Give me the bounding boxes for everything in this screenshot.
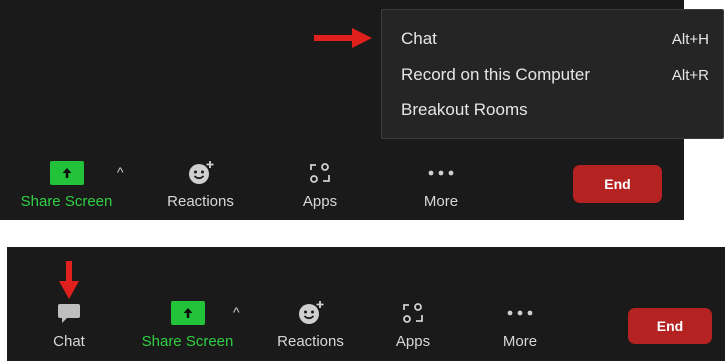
end-button[interactable]: End <box>573 165 662 203</box>
more-icon <box>426 160 456 186</box>
share-screen-button[interactable]: Share Screen <box>135 300 240 350</box>
more-button[interactable]: More <box>490 300 550 350</box>
more-label: More <box>423 193 459 210</box>
more-button[interactable]: More <box>411 160 471 210</box>
apps-button[interactable]: Apps <box>383 300 443 350</box>
chat-button[interactable]: Chat <box>44 300 94 350</box>
more-icon <box>505 300 535 326</box>
annotation-arrow-icon <box>314 28 372 48</box>
apps-label: Apps <box>395 333 431 350</box>
annotation-arrow-icon <box>59 261 79 299</box>
more-dropdown-menu: Chat Alt+H Record on this Computer Alt+R… <box>381 9 724 139</box>
menu-item-record[interactable]: Record on this Computer Alt+R <box>401 62 709 88</box>
share-screen-label: Share Screen <box>141 333 234 350</box>
apps-label: Apps <box>302 193 338 210</box>
share-screen-label: Share Screen <box>20 193 113 210</box>
share-options-caret[interactable]: ^ <box>233 304 240 320</box>
share-options-caret[interactable]: ^ <box>117 164 124 180</box>
toolbar-panel: Chat Share Screen ^ Reactions Apps More … <box>7 247 725 361</box>
menu-item-chat[interactable]: Chat Alt+H <box>401 26 709 52</box>
shortcut-chat: Alt+H <box>671 30 709 48</box>
reactions-button[interactable]: Reactions <box>158 160 243 210</box>
chat-label: Chat <box>53 333 85 350</box>
end-label: End <box>604 176 631 192</box>
shortcut-record: Alt+R <box>671 66 709 84</box>
apps-button[interactable]: Apps <box>290 160 350 210</box>
reactions-icon <box>186 160 216 186</box>
chat-icon <box>56 300 82 326</box>
reactions-label: Reactions <box>277 333 344 350</box>
more-label: More <box>502 333 538 350</box>
reactions-icon <box>296 300 326 326</box>
apps-icon <box>308 160 332 186</box>
share-screen-icon <box>49 160 84 186</box>
end-label: End <box>656 318 684 334</box>
end-button[interactable]: End <box>628 308 712 344</box>
reactions-label: Reactions <box>167 193 234 210</box>
menu-item-breakout-rooms[interactable]: Breakout Rooms <box>401 97 709 123</box>
share-screen-button[interactable]: Share Screen <box>14 160 119 210</box>
reactions-button[interactable]: Reactions <box>268 300 353 350</box>
apps-icon <box>401 300 425 326</box>
share-screen-icon <box>170 300 205 326</box>
